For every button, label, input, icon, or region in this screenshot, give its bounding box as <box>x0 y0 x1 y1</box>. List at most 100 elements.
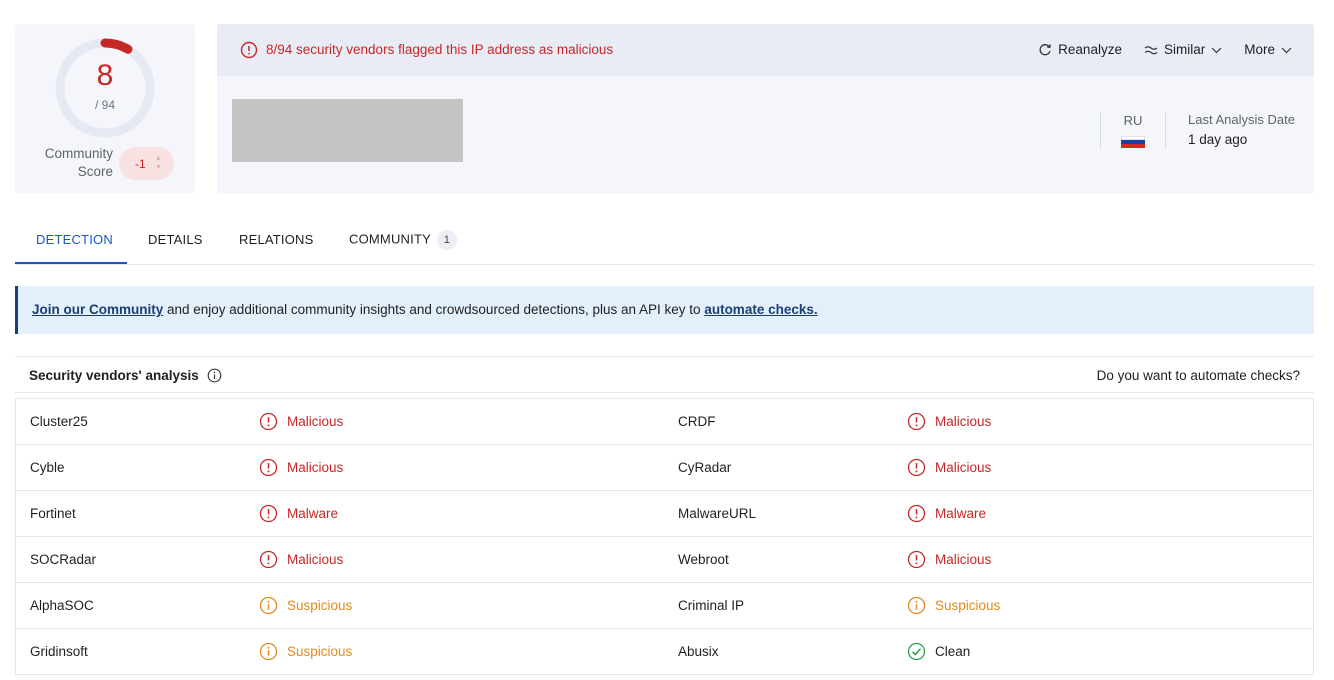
vendors-table: Cluster25 Malicious CRDF Malicious Cyble Mali… <box>15 398 1314 675</box>
tab-community-label: COMMUNITY <box>349 231 431 247</box>
join-community-link[interactable]: Join our Community <box>32 302 163 317</box>
last-analysis-info: Last Analysis Date 1 day ago <box>1188 112 1295 147</box>
actions-toolbar: Reanalyze Similar More <box>1038 42 1292 57</box>
vendor-result-label: Clean <box>935 644 971 659</box>
banner-text: Join our Community and enjoy additional … <box>32 302 818 317</box>
reanalyze-button[interactable]: Reanalyze <box>1038 42 1122 57</box>
detection-gauge: 8 / 94 <box>54 37 156 139</box>
tab-community[interactable]: COMMUNITY 1 <box>349 230 457 250</box>
table-row: Gridinsoft Suspicious Abusix Clean <box>16 629 1313 675</box>
detection-score-card: 8 / 94 Community Score -1 ▲ ▼ <box>15 24 195 193</box>
vendor-result: Suspicious <box>259 596 352 615</box>
community-banner: Join our Community and enjoy additional … <box>15 286 1314 334</box>
vendor-name: Cluster25 <box>30 414 88 429</box>
alert-text: 8/94 security vendors flagged this IP ad… <box>266 42 614 57</box>
vendor-result: Suspicious <box>259 642 352 661</box>
tab-bar: DETECTION DETAILS RELATIONS COMMUNITY 1 <box>15 215 1314 265</box>
community-score-label: Community Score <box>35 145 113 181</box>
community-label-line1: Community <box>44 146 113 161</box>
community-label-line2: Score <box>77 164 113 179</box>
vendor-name: MalwareURL <box>678 506 757 521</box>
vendor-result: Malicious <box>907 412 991 431</box>
tab-relations[interactable]: RELATIONS <box>239 232 314 247</box>
vendor-result-label: Malware <box>935 506 987 521</box>
alert-circle-icon <box>907 458 926 477</box>
banner-middle-text: and enjoy additional community insights … <box>163 302 705 317</box>
ip-summary-card: 8/94 security vendors flagged this IP ad… <box>217 24 1314 194</box>
vendor-result: Malware <box>259 504 338 523</box>
vendor-result: Malicious <box>259 458 343 477</box>
alert-circle-icon <box>259 550 278 569</box>
vendor-result: Suspicious <box>907 596 1000 615</box>
alert-circle-icon <box>259 504 278 523</box>
vendor-name: Abusix <box>678 644 719 659</box>
automate-checks-question-link[interactable]: Do you want to automate checks? <box>1097 368 1300 383</box>
vendor-name: CRDF <box>678 414 716 429</box>
last-analysis-label: Last Analysis Date <box>1188 112 1295 127</box>
community-score-vote[interactable]: -1 ▲ ▼ <box>119 147 174 180</box>
community-count-badge: 1 <box>436 230 457 250</box>
info-circle-icon <box>259 596 278 615</box>
vendor-result-label: Malicious <box>287 552 344 567</box>
tab-detection[interactable]: DETECTION <box>36 232 113 247</box>
vendor-name: Criminal IP <box>678 598 745 613</box>
vendor-result: Clean <box>907 642 970 661</box>
vendor-result-label: Malicious <box>287 414 344 429</box>
country-code: RU <box>1123 113 1143 128</box>
table-row: Fortinet Malware MalwareURL Malware <box>16 491 1313 537</box>
more-dropdown[interactable]: More <box>1244 42 1292 57</box>
russia-flag-icon <box>1121 136 1145 148</box>
vendor-result-label: Malicious <box>935 460 992 475</box>
similar-dropdown[interactable]: Similar <box>1144 42 1222 57</box>
vendor-result: Malicious <box>907 550 991 569</box>
automate-checks-link[interactable]: automate checks. <box>704 302 817 317</box>
info-icon[interactable] <box>207 368 222 383</box>
alert-bar: 8/94 security vendors flagged this IP ad… <box>217 24 1314 76</box>
vendor-name: Fortinet <box>30 506 76 521</box>
tab-details[interactable]: DETAILS <box>148 232 203 247</box>
vendor-result-label: Malicious <box>287 460 344 475</box>
vendor-result: Malware <box>907 504 986 523</box>
alert-circle-icon <box>259 412 278 431</box>
vendor-name: AlphaSOC <box>30 598 94 613</box>
community-score-value: -1 <box>135 157 146 171</box>
info-circle-icon <box>259 642 278 661</box>
info-circle-icon <box>907 596 926 615</box>
reanalyze-label: Reanalyze <box>1058 42 1122 57</box>
alert-circle-icon <box>240 41 258 59</box>
chevron-down-icon <box>1211 47 1222 53</box>
vendor-result-label: Suspicious <box>287 598 353 613</box>
country-info: RU <box>1100 112 1166 148</box>
alert-circle-icon <box>907 550 926 569</box>
vendor-name: SOCRadar <box>30 552 97 567</box>
vendor-name: CyRadar <box>678 460 732 475</box>
alert-circle-icon <box>907 504 926 523</box>
vendor-result-label: Malware <box>287 506 339 521</box>
last-analysis-value: 1 day ago <box>1188 132 1248 147</box>
table-row: Cyble Malicious CyRadar Malicious <box>16 445 1313 491</box>
redacted-ip-block <box>232 99 463 162</box>
vote-arrows-icon[interactable]: ▲ ▼ <box>155 154 162 172</box>
vendor-result-label: Malicious <box>935 552 992 567</box>
total-vendors: / 94 <box>94 98 115 112</box>
similar-icon <box>1144 45 1158 54</box>
vendor-result-label: Suspicious <box>935 598 1001 613</box>
vendor-result-label: Suspicious <box>287 644 353 659</box>
alert-circle-icon <box>259 458 278 477</box>
vendor-name: Gridinsoft <box>30 644 88 659</box>
active-tab-indicator <box>15 262 127 264</box>
vendor-result: Malicious <box>907 458 991 477</box>
detected-count: 8 <box>96 59 114 92</box>
chevron-down-icon <box>1281 47 1292 53</box>
check-circle-icon <box>907 642 926 661</box>
similar-label: Similar <box>1163 42 1206 57</box>
vendors-title-text: Security vendors' analysis <box>29 368 199 383</box>
vendor-result: Malicious <box>259 550 343 569</box>
alert-circle-icon <box>907 412 926 431</box>
refresh-icon <box>1039 43 1052 55</box>
table-row: AlphaSOC Suspicious Criminal IP Suspicious <box>16 583 1313 629</box>
more-label: More <box>1244 42 1275 57</box>
vendors-header: Security vendors' analysis Do you want t… <box>15 356 1314 393</box>
vendor-result-label: Malicious <box>935 414 992 429</box>
vendors-title: Security vendors' analysis <box>29 368 222 383</box>
